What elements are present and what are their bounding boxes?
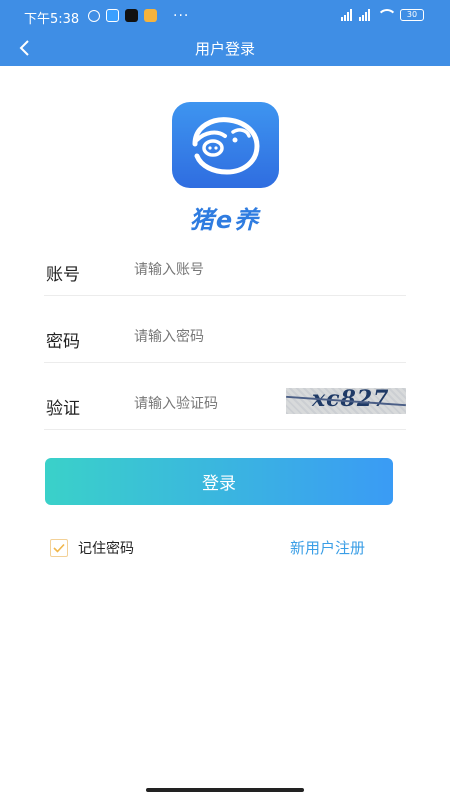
captcha-input[interactable]: [134, 392, 284, 416]
notification-icons: ···: [88, 7, 190, 24]
wifi-icon: [377, 9, 397, 21]
account-row: 账号: [44, 246, 406, 296]
more-notifications-icon: ···: [173, 7, 190, 24]
login-button[interactable]: 登录: [45, 458, 393, 505]
notes-app-icon: [144, 9, 157, 22]
register-link[interactable]: 新用户注册: [290, 537, 365, 558]
app-name: 猪e养: [189, 206, 261, 234]
password-row: 密码: [44, 313, 406, 363]
captcha-image[interactable]: xc827: [286, 388, 406, 414]
password-label: 密码: [46, 332, 80, 352]
tiktok-icon: [125, 9, 138, 22]
app-logo: [172, 102, 279, 188]
title-bar: 用户登录: [0, 32, 450, 66]
password-input[interactable]: [134, 325, 394, 349]
account-input[interactable]: [134, 258, 394, 282]
app-header: 下午5:38 ··· 30 用户登录: [0, 0, 450, 66]
remember-checkbox[interactable]: [50, 539, 68, 557]
remember-label: 记住密码: [78, 541, 134, 557]
captcha-label: 验证: [46, 399, 80, 419]
home-indicator[interactable]: [146, 788, 304, 792]
remember-password-toggle[interactable]: 记住密码: [50, 537, 134, 559]
status-bar: 下午5:38 ··· 30: [0, 0, 450, 32]
account-label: 账号: [46, 265, 80, 285]
signal-icon-2: [359, 9, 370, 21]
alarm-icon: [88, 9, 100, 22]
signal-icon: [341, 9, 352, 21]
checkmark-icon: [53, 543, 65, 553]
chat-app-icon: [106, 9, 119, 22]
page-title: 用户登录: [194, 40, 255, 58]
pig-logo-icon: [192, 117, 260, 175]
status-time: 下午5:38: [24, 12, 80, 27]
battery-icon: 30: [400, 9, 424, 21]
captcha-row: 验证 xc827: [44, 380, 406, 430]
system-icons: 30: [341, 9, 424, 21]
